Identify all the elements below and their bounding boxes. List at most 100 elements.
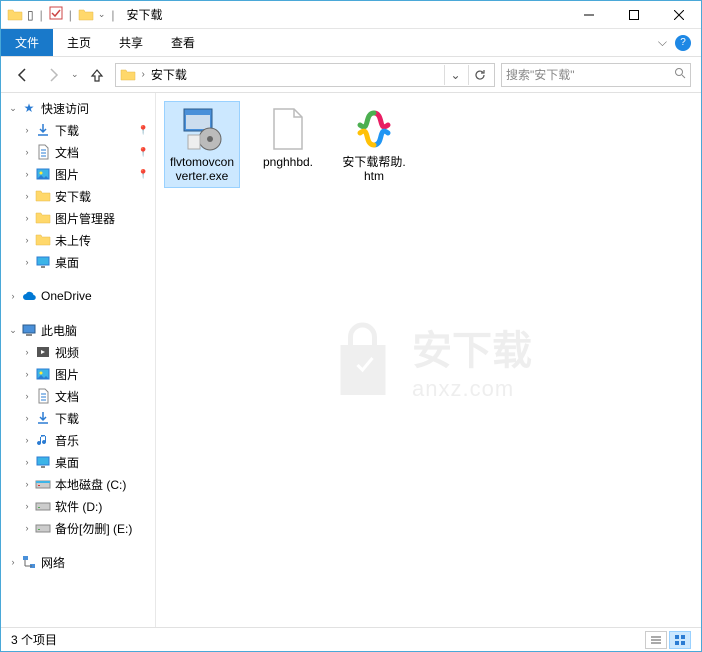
chevron-right-icon[interactable]: › [21, 147, 33, 157]
sidebar-item[interactable]: ›下载 [1, 407, 155, 429]
tab-home[interactable]: 主页 [53, 29, 105, 56]
chevron-right-icon[interactable]: › [21, 191, 33, 201]
chevron-right-icon[interactable]: › [21, 235, 33, 245]
chevron-right-icon[interactable]: › [21, 479, 33, 489]
chevron-right-icon[interactable]: › [21, 369, 33, 379]
tab-share[interactable]: 共享 [105, 29, 157, 56]
download-icon [35, 122, 51, 138]
sidebar-item[interactable]: ›音乐 [1, 429, 155, 451]
sidebar-item-label: 文档 [55, 388, 79, 405]
drive-icon [35, 498, 51, 514]
ribbon: 文件 主页 共享 查看 ⌵ ? [1, 29, 701, 57]
tab-view[interactable]: 查看 [157, 29, 209, 56]
breadcrumb[interactable]: › 安下载 ⌄ [115, 63, 495, 87]
sidebar-item[interactable]: › 文档 📍 [1, 141, 155, 163]
sidebar-item-label: 本地磁盘 (C:) [55, 476, 126, 493]
icons-view-button[interactable] [669, 631, 691, 649]
network-icon [21, 554, 37, 570]
sidebar-item[interactable]: › 本地磁盘 (C:) [1, 473, 155, 495]
sidebar: ⌄ ★ 快速访问 ›下载📍›文档📍›图片📍›安下载›图片管理器›未上传›桌面 ›… [1, 93, 156, 627]
sidebar-item-label: 桌面 [55, 254, 79, 271]
details-view-button[interactable] [645, 631, 667, 649]
document-icon [35, 388, 51, 404]
folder-icon [120, 67, 136, 83]
pin-icon: 📍 [138, 147, 149, 158]
breadcrumb-segment[interactable]: 安下载 [151, 66, 187, 83]
sidebar-network[interactable]: › 网络 [1, 551, 155, 573]
sidebar-item[interactable]: ›图片📍 [1, 163, 155, 185]
refresh-button[interactable] [468, 65, 490, 85]
qat-item[interactable]: ▯ [27, 8, 34, 22]
folder-icon [7, 7, 23, 23]
folder-icon [35, 232, 51, 248]
sidebar-item[interactable]: › 桌面 [1, 451, 155, 473]
chevron-right-icon[interactable]: › [21, 169, 33, 179]
chevron-right-icon[interactable]: › [7, 557, 19, 567]
pin-icon: 📍 [138, 125, 149, 136]
sidebar-item-label: 桌面 [55, 454, 79, 471]
sidebar-item-label: 文档 [55, 144, 79, 161]
chevron-right-icon[interactable]: › [21, 457, 33, 467]
sidebar-item[interactable]: ›软件 (D:) [1, 495, 155, 517]
search-input-wrapper[interactable] [501, 63, 691, 87]
chevron-right-icon[interactable]: › [21, 435, 33, 445]
file-item[interactable]: 安下载帮助.htm [336, 101, 412, 188]
drive-icon [35, 520, 51, 536]
chevron-right-icon[interactable]: › [21, 347, 33, 357]
sidebar-item[interactable]: › 文档 [1, 385, 155, 407]
folder-icon [78, 7, 94, 23]
chevron-down-icon[interactable]: ⌄ [7, 325, 19, 336]
maximize-button[interactable] [611, 1, 656, 29]
sidebar-item-label: 视频 [55, 344, 79, 361]
sidebar-item[interactable]: › 安下载 [1, 185, 155, 207]
file-name: pnghhbd. [263, 155, 313, 169]
computer-icon [21, 322, 37, 338]
forward-button[interactable] [41, 63, 65, 87]
chevron-right-icon[interactable]: › [140, 69, 147, 80]
chevron-right-icon[interactable]: › [7, 291, 19, 301]
recent-dropdown-icon[interactable]: ⌄ [71, 69, 79, 80]
close-button[interactable] [656, 1, 701, 29]
expand-ribbon-icon[interactable]: ⌵ [658, 35, 667, 50]
back-button[interactable] [11, 63, 35, 87]
chevron-right-icon[interactable]: › [21, 125, 33, 135]
window-title: 安下载 [127, 6, 163, 23]
file-item[interactable]: pnghhbd. [250, 101, 326, 188]
sidebar-this-pc[interactable]: ⌄ 此电脑 [1, 319, 155, 341]
chevron-right-icon[interactable]: › [21, 391, 33, 401]
chevron-down-icon[interactable]: ⌄ [7, 103, 19, 114]
chevron-right-icon[interactable]: › [21, 501, 33, 511]
search-icon[interactable] [674, 67, 686, 82]
file-item[interactable]: flvtomovconverter.exe [164, 101, 240, 188]
folder-icon [35, 188, 51, 204]
chevron-right-icon[interactable]: › [21, 523, 33, 533]
sidebar-item[interactable]: › 下载 📍 [1, 119, 155, 141]
tab-file[interactable]: 文件 [1, 29, 53, 56]
file-pane[interactable]: flvtomovconverter.exe pnghhbd. 安下载帮助.htm 安… [156, 93, 701, 627]
sidebar-item[interactable]: › 备份[勿删] (E:) [1, 517, 155, 539]
search-input[interactable] [506, 68, 674, 82]
sidebar-item[interactable]: › 桌面 [1, 251, 155, 273]
help-icon[interactable]: ? [675, 35, 691, 51]
cloud-icon [21, 288, 37, 304]
sidebar-item-label: 安下载 [55, 188, 91, 205]
watermark: 安下载 anxz.com [325, 318, 532, 402]
chevron-right-icon[interactable]: › [21, 257, 33, 267]
sidebar-item[interactable]: ›未上传 [1, 229, 155, 251]
up-button[interactable] [85, 63, 109, 87]
breadcrumb-dropdown-icon[interactable]: ⌄ [444, 65, 466, 85]
sidebar-item-label: 下载 [55, 122, 79, 139]
qat-dropdown-icon[interactable]: ⌄ [98, 9, 106, 20]
document-icon [35, 144, 51, 160]
chevron-right-icon[interactable]: › [21, 413, 33, 423]
sidebar-onedrive[interactable]: › OneDrive [1, 285, 155, 307]
minimize-button[interactable] [566, 1, 611, 29]
sidebar-item[interactable]: › 视频 [1, 341, 155, 363]
sidebar-item[interactable]: ›图片 [1, 363, 155, 385]
chevron-right-icon[interactable]: › [21, 213, 33, 223]
qat-checkbox-icon[interactable] [49, 6, 63, 23]
music-icon [35, 432, 51, 448]
sidebar-item[interactable]: ›图片管理器 [1, 207, 155, 229]
sidebar-item-label: 备份[勿删] (E:) [55, 520, 132, 537]
sidebar-quick-access[interactable]: ⌄ ★ 快速访问 [1, 97, 155, 119]
